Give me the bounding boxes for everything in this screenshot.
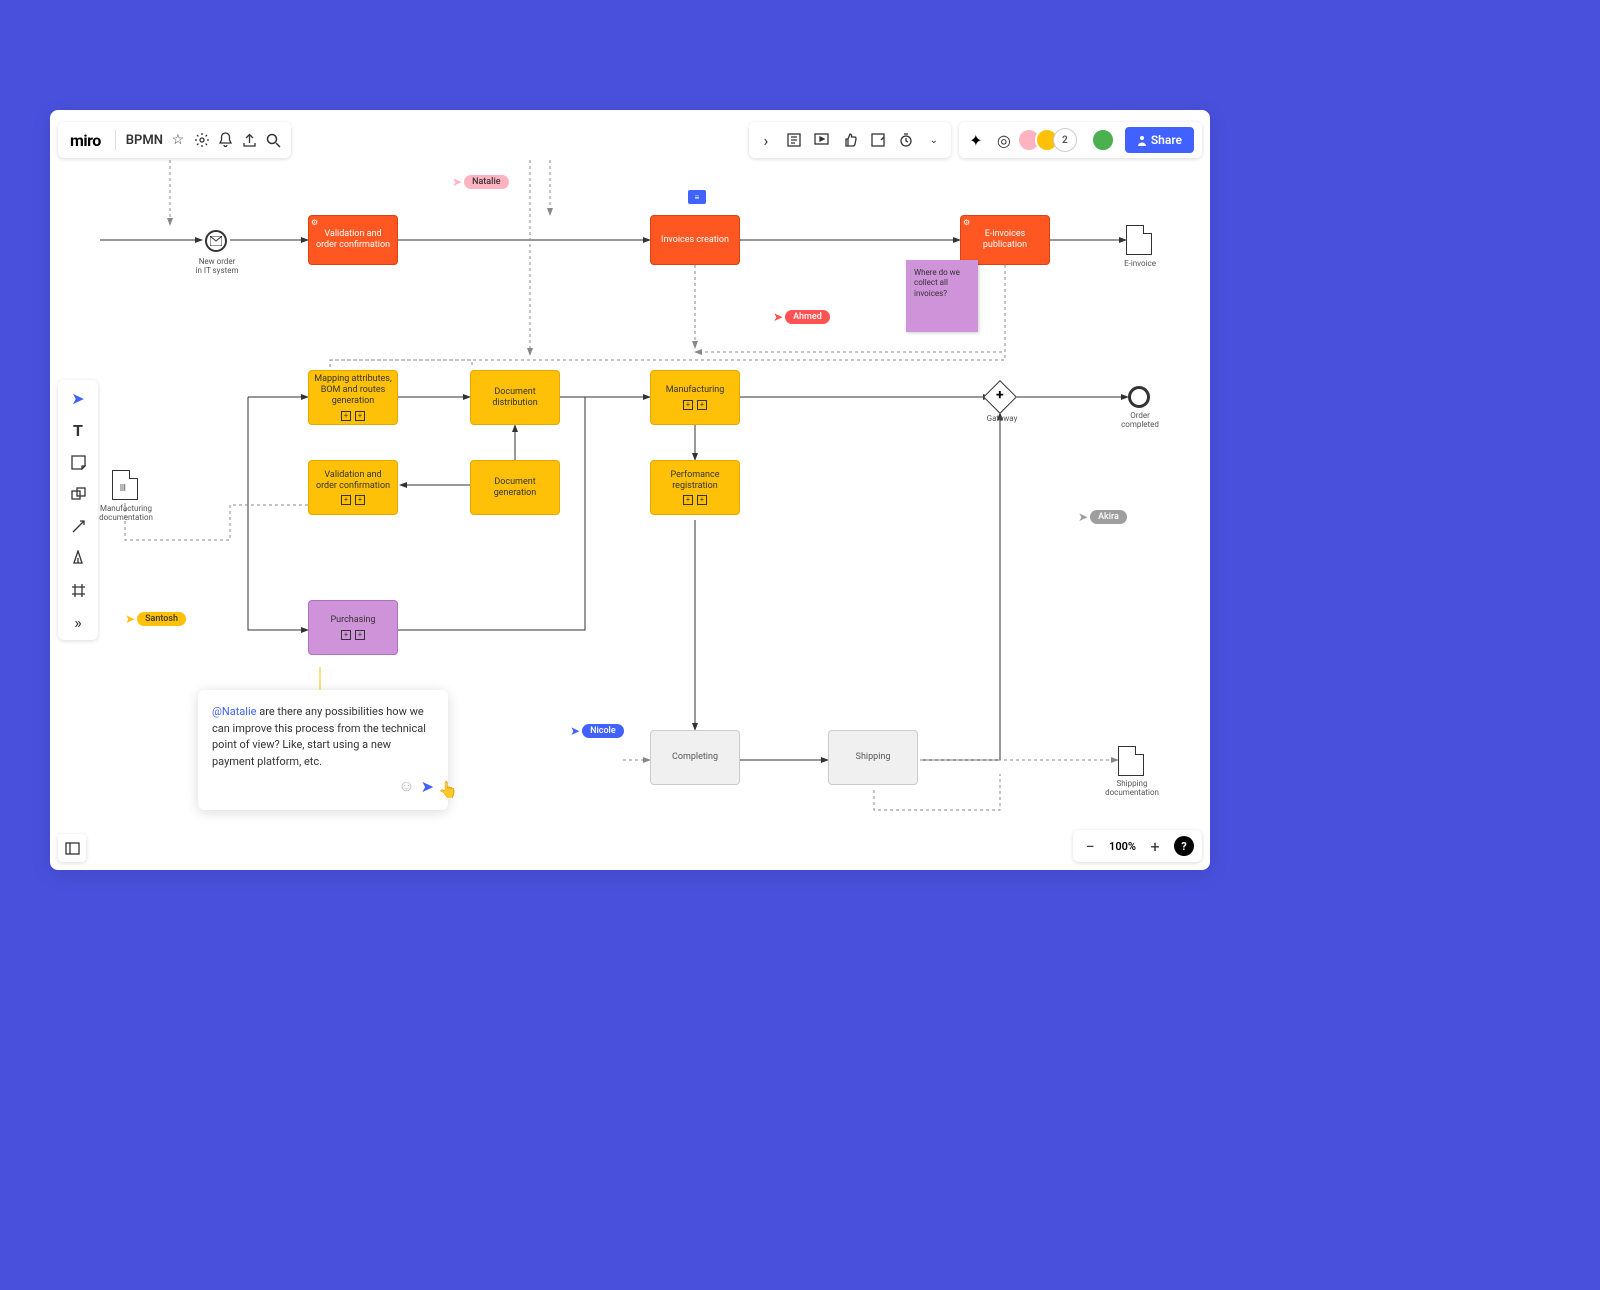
- gateway-label: Gateway: [982, 415, 1022, 424]
- present-icon[interactable]: [813, 131, 831, 149]
- zoom-in[interactable]: +: [1146, 837, 1164, 855]
- right-toolbar: › ⌄ ✦ ◎ 2 Share: [749, 122, 1202, 158]
- zoom-bar: − 100% + ?: [1073, 830, 1202, 862]
- help-icon[interactable]: ?: [1174, 836, 1194, 856]
- more-tools[interactable]: »: [68, 612, 88, 632]
- send-icon[interactable]: ➤: [421, 777, 434, 796]
- shipping[interactable]: Shipping: [828, 730, 918, 785]
- gear-icon[interactable]: [193, 131, 211, 149]
- canvas[interactable]: New order in IT system ⚙Validation and o…: [50, 110, 1210, 870]
- sticky-note[interactable]: Where do we collect all invoices?: [906, 260, 978, 332]
- start-event[interactable]: [205, 230, 227, 252]
- comment-text: @Natalie are there any possibilities how…: [212, 704, 434, 770]
- avatars[interactable]: 2: [1023, 128, 1077, 152]
- mapping-attributes[interactable]: Mapping attributes, BOM and routes gener…: [308, 370, 398, 425]
- select-tool[interactable]: ➤: [68, 388, 88, 408]
- cursor-icon[interactable]: ✦: [967, 131, 985, 149]
- start-label: New order in IT system: [192, 258, 242, 276]
- pen-tool[interactable]: [68, 548, 88, 568]
- follow-icon[interactable]: ◎: [995, 131, 1013, 149]
- einvoice-doc[interactable]: [1126, 225, 1152, 255]
- comment-box[interactable]: @Natalie are there any possibilities how…: [198, 690, 448, 810]
- cursor-natalie: ➤Natalie: [452, 175, 509, 189]
- manufacturing[interactable]: Manufacturing++: [650, 370, 740, 425]
- purchasing[interactable]: Purchasing++: [308, 600, 398, 655]
- topbar: miro BPMN ☆: [58, 122, 291, 158]
- thumbsup-icon[interactable]: [841, 131, 859, 149]
- cursor-ahmed: ➤Ahmed: [773, 310, 830, 324]
- note-icon[interactable]: [785, 131, 803, 149]
- validation-order-2[interactable]: Validation and order confirmation++: [308, 460, 398, 515]
- zoom-value[interactable]: 100%: [1109, 840, 1136, 853]
- completing[interactable]: Completing: [650, 730, 740, 785]
- shape-tool[interactable]: [68, 484, 88, 504]
- performance-registration[interactable]: Perfomance registration++: [650, 460, 740, 515]
- mfg-doc-label: Manufacturing documentation: [96, 505, 156, 523]
- frame-tool[interactable]: [68, 580, 88, 600]
- more-icon[interactable]: ⌄: [925, 131, 943, 149]
- share-button[interactable]: Share: [1125, 127, 1194, 153]
- invoices-creation[interactable]: Invoices creation: [650, 215, 740, 265]
- end-label: Order completed: [1116, 412, 1164, 430]
- board-name[interactable]: BPMN: [126, 133, 163, 148]
- current-user-avatar[interactable]: [1091, 128, 1115, 152]
- einvoice-label: E-invoice: [1118, 260, 1162, 269]
- comment-icon[interactable]: ≡: [688, 190, 706, 204]
- cursor-santosh: ➤Santosh: [125, 612, 186, 626]
- bell-icon[interactable]: [217, 131, 235, 149]
- timer-icon[interactable]: [897, 131, 915, 149]
- panel-toggle[interactable]: [58, 834, 86, 862]
- text-tool[interactable]: T: [68, 420, 88, 440]
- chevron-right-icon[interactable]: ›: [757, 131, 775, 149]
- search-icon[interactable]: [265, 131, 283, 149]
- left-toolbar: ➤ T »: [58, 380, 98, 640]
- cursor-nicole: ➤Nicole: [570, 724, 624, 738]
- cursor-akira: ➤Akira: [1078, 510, 1127, 524]
- export-icon[interactable]: [241, 131, 259, 149]
- document-generation[interactable]: Document generation: [470, 460, 560, 515]
- emoji-icon[interactable]: ☺: [398, 776, 414, 796]
- miro-app: New order in IT system ⚙Validation and o…: [50, 110, 1210, 870]
- validation-order-1[interactable]: ⚙Validation and order confirmation: [308, 215, 398, 265]
- ship-doc-label: Shipping documentation: [1104, 780, 1160, 798]
- mfg-doc[interactable]: |||: [112, 470, 138, 500]
- ship-doc[interactable]: [1118, 746, 1144, 776]
- star-icon[interactable]: ☆: [169, 131, 187, 149]
- einvoices-publication[interactable]: ⚙E-invoices publication: [960, 215, 1050, 265]
- document-distribution[interactable]: Document distribution: [470, 370, 560, 425]
- zoom-out[interactable]: −: [1081, 837, 1099, 855]
- hand-cursor: 👆: [438, 780, 458, 799]
- frame-icon[interactable]: [869, 131, 887, 149]
- gateway[interactable]: [983, 380, 1017, 414]
- end-event[interactable]: [1128, 386, 1150, 408]
- logo[interactable]: miro: [66, 131, 105, 150]
- arrow-tool[interactable]: [68, 516, 88, 536]
- sticky-tool[interactable]: [68, 452, 88, 472]
